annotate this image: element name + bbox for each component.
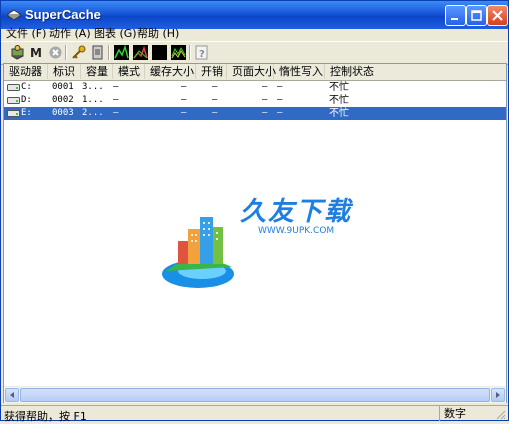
cell-drive: C: (21, 82, 32, 92)
chart-multi-icon (171, 45, 186, 60)
cell-page: – (262, 95, 268, 105)
cell-cache: – (181, 95, 187, 105)
scroll-thumb[interactable] (20, 388, 490, 402)
cell-overhead: – (212, 82, 218, 92)
cell-cache: – (181, 82, 187, 92)
arrow-right-icon (496, 392, 500, 398)
toolbar: M ? (1, 41, 508, 65)
chart-multi-button[interactable] (170, 44, 187, 61)
cell-status: 不忙 (329, 95, 349, 106)
scroll-right-button[interactable] (491, 388, 505, 402)
cell-page: – (262, 82, 268, 92)
col-size[interactable]: 容量 (81, 64, 113, 79)
chart-red-button[interactable] (132, 44, 149, 61)
cell-mode: – (113, 108, 119, 118)
drive-list[interactable]: 驱动器 标识 容量 模式 缓存大小 开销 页面大小 惰性写入 控制状态 C: 0… (3, 63, 507, 403)
cell-size: 1... (82, 95, 104, 105)
menu-bar: 文件 (F) 动作 (A) 图表 (G) 帮助 (H) (1, 23, 508, 41)
menu-help[interactable]: 帮助 (H) (137, 25, 179, 41)
col-cache-size[interactable]: 缓存大小 (145, 64, 196, 79)
resize-grip-icon[interactable] (494, 408, 506, 420)
toolbar-separator (65, 45, 67, 60)
table-row[interactable]: D: 0002 1... – – – – – 不忙 (4, 94, 506, 107)
toolbar-separator (189, 45, 191, 60)
close-icon (492, 10, 503, 21)
drive-icon (7, 110, 20, 117)
cell-lazy: – (277, 82, 283, 92)
table-row-selected[interactable]: E: 0003 2... – – – – – 不忙 (4, 107, 506, 120)
svg-text:M: M (30, 46, 42, 60)
menu-chart[interactable]: 图表 (G) (94, 25, 137, 41)
arrow-left-icon (10, 392, 14, 398)
file-icon (92, 45, 103, 60)
col-page-size[interactable]: 页面大小 (227, 64, 276, 79)
watermark-cn: 久友下载 (240, 197, 353, 227)
col-id[interactable]: 标识 (48, 64, 81, 79)
drive-icon (7, 84, 20, 91)
watermark-url: WWW.9UPK.COM (258, 226, 335, 236)
help-icon: ? (195, 45, 208, 60)
cell-status: 不忙 (329, 82, 349, 93)
cell-mode: – (113, 95, 119, 105)
stop-icon (49, 46, 62, 59)
supercache-window: SuperCache 文件 (F) 动作 (A) 图表 (G) 帮助 (H) M (0, 0, 509, 423)
cell-lazy: – (277, 95, 283, 105)
col-status[interactable]: 控制状态 (325, 64, 506, 79)
menu-file[interactable]: 文件 (F) (6, 25, 46, 41)
maximize-icon (471, 10, 482, 21)
svg-text:?: ? (199, 49, 205, 60)
watermark-logo-icon (162, 217, 234, 288)
black-chart-button[interactable] (151, 44, 168, 61)
chart-green-button[interactable] (113, 44, 130, 61)
cell-drive: E: (21, 108, 32, 118)
chart-green-icon (114, 44, 129, 60)
file-button[interactable] (89, 44, 106, 61)
col-mode[interactable]: 模式 (113, 64, 145, 79)
col-drive[interactable]: 驱动器 (4, 64, 48, 79)
key-icon (72, 45, 86, 59)
toolbar-separator (108, 45, 110, 60)
col-overhead[interactable]: 开销 (196, 64, 227, 79)
cell-mode: – (113, 82, 119, 92)
black-square-icon (152, 45, 167, 60)
m-letter-icon: M (30, 46, 42, 60)
refresh-button[interactable] (9, 44, 26, 61)
key-button[interactable] (70, 44, 87, 61)
menu-action[interactable]: 动作 (A) (49, 25, 91, 41)
chart-red-icon (133, 45, 148, 60)
cell-status: 不忙 (329, 108, 349, 119)
cell-id: 0002 (52, 95, 74, 105)
refresh-icon (11, 45, 24, 60)
cell-id: 0003 (52, 108, 74, 118)
status-help-text: 获得帮助，按 F1 (4, 410, 87, 423)
site-watermark: 久友下载 WWW.9UPK.COM (162, 179, 362, 289)
m-button[interactable]: M (28, 44, 45, 61)
drive-icon (7, 97, 20, 104)
cell-cache: – (181, 108, 187, 118)
minimize-icon (451, 18, 458, 20)
cell-size: 3... (82, 82, 104, 92)
list-header: 驱动器 标识 容量 模式 缓存大小 开销 页面大小 惰性写入 控制状态 (4, 64, 506, 81)
help-button[interactable]: ? (193, 44, 210, 61)
cell-overhead: – (212, 108, 218, 118)
cell-lazy: – (277, 108, 283, 118)
horizontal-scrollbar[interactable] (4, 386, 506, 403)
stop-button[interactable] (47, 44, 64, 61)
cell-size: 2... (82, 108, 104, 118)
table-row[interactable]: C: 0001 3... – – – – – 不忙 (4, 81, 506, 94)
status-numlock: 数字 (439, 406, 491, 421)
cell-id: 0001 (52, 82, 74, 92)
status-bar: 获得帮助，按 F1 数字 (1, 405, 508, 423)
cell-drive: D: (21, 95, 32, 105)
cell-overhead: – (212, 95, 218, 105)
scroll-left-button[interactable] (5, 388, 19, 402)
cell-page: – (262, 108, 268, 118)
window-title: SuperCache (25, 7, 101, 22)
col-lazy-write[interactable]: 惰性写入 (274, 64, 325, 79)
app-icon (7, 9, 21, 20)
